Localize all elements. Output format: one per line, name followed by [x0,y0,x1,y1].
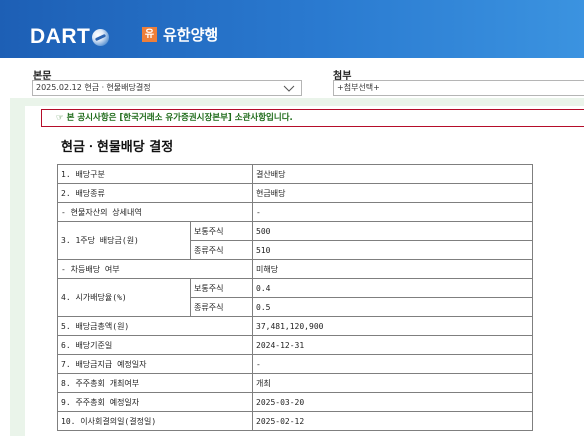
document-viewer[interactable]: ☞ 본 공시사항은 [한국거래소 유가증권시장본부] 소관사항입니다. 현금ㆍ현… [25,106,584,436]
row-label: 9. 주주총회 예정일자 [56,392,254,412]
row-sublabel: 종류주식 [189,297,254,317]
row-value: - [252,354,534,374]
row-sublabel: 종류주식 [189,240,254,260]
table-row: 10. 이사회결의일(결정일) 2025-02-12 [56,411,534,431]
row-value: 0.4 [252,278,534,298]
document-title: 현금ㆍ현물배당 결정 [61,140,174,155]
body-select-value: 2025.02.12 현금ㆍ현물배당결정 [36,83,151,92]
row-label: 1. 배당구분 [56,164,254,184]
row-value: 2024-12-31 [252,335,534,355]
row-value: 0.5 [252,297,534,317]
body-select[interactable]: 2025.02.12 현금ㆍ현물배당결정 [32,80,302,96]
row-sublabel: 보통주식 [189,278,254,298]
header: DART 유 유한양행 [0,0,584,58]
notice-banner: ☞ 본 공시사항은 [한국거래소 유가증권시장본부] 소관사항입니다. [41,109,584,127]
row-value: 개최 [252,373,534,393]
page: DART 유 유한양행 본문 2025.02.12 현금ㆍ현물배당결정 첨부 +… [0,0,584,436]
row-label: 5. 배당금총액(원) [56,316,254,336]
row-value: 2025-02-12 [252,411,534,431]
row-label: 4. 시가배당율(%) [57,278,191,317]
row-value: - [252,202,534,222]
company-market-badge: 유 [142,27,157,42]
table-row: 5. 배당금총액(원) 37,481,120,900 [56,316,534,336]
row-label: 7. 배당금지급 예정일자 [56,354,254,374]
attach-select[interactable]: +첨부선택+ [333,80,584,96]
row-label: 8. 주주총회 개최여부 [56,373,254,393]
row-value: 미해당 [252,259,534,279]
logo-ball-icon [92,28,110,46]
dart-logo[interactable]: DART [30,24,110,50]
table-row: 1. 배당구분 결산배당 [56,164,534,184]
table-row: 9. 주주총회 예정일자 2025-03-20 [56,392,534,412]
row-value: 현금배당 [252,183,534,203]
row-label: 2. 배당종류 [56,183,254,203]
table-row: - 현물자산의 상세내역 - [56,202,534,222]
logo-text: DART [30,25,91,48]
row-value: 500 [252,221,534,241]
row-sublabel: 보통주식 [189,221,254,241]
table-row: 2. 배당종류 현금배당 [56,183,534,203]
row-value: 결산배당 [252,164,534,184]
row-value: 37,481,120,900 [252,316,534,336]
table-row: 6. 배당기준일 2024-12-31 [56,335,534,355]
table-row: - 차등배당 여부 미해당 [56,259,534,279]
row-value: 510 [252,240,534,260]
table-row: 4. 시가배당율(%) 보통주식 0.4 [57,278,534,317]
table-row: 3. 1주당 배당금(원) 보통주식 500 [57,221,534,260]
row-label: - 차등배당 여부 [56,259,254,279]
table-row: 7. 배당금지급 예정일자 - [56,354,534,374]
dividend-table: 1. 배당구분 결산배당 2. 배당종류 현금배당 - 현물자산의 상세내역 -3. 1주… [56,164,534,431]
row-label: 6. 배당기준일 [56,335,254,355]
company-name[interactable]: 유한양행 [163,24,218,45]
attach-select-value: +첨부선택+ [337,83,380,92]
chevron-down-icon [283,85,295,92]
row-value: 2025-03-20 [252,392,534,412]
table-row: 8. 주주총회 개최여부 개최 [56,373,534,393]
row-label: 10. 이사회결의일(결정일) [56,411,254,431]
row-label: 3. 1주당 배당금(원) [57,221,191,260]
row-label: - 현물자산의 상세내역 [56,202,254,222]
